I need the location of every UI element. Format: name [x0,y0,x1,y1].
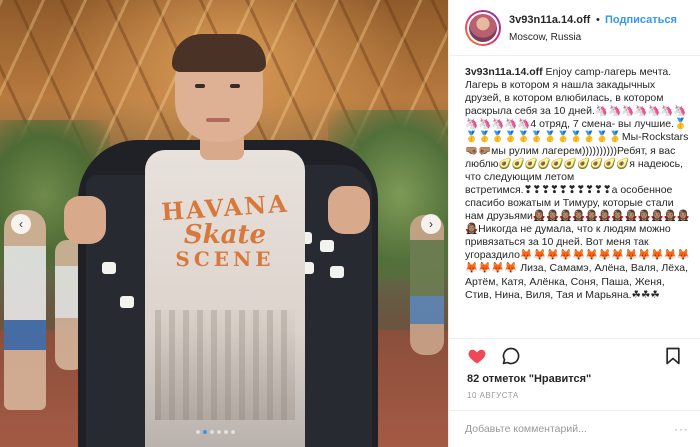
bookmark-icon [666,347,680,365]
carousel-dot [231,430,235,434]
mouth [206,118,230,122]
hand-right [328,186,370,234]
likes-count[interactable]: 82 отметок "Нравится" [467,373,591,385]
t-shirt-print: HAVANA Skate SCENE [150,189,300,305]
t-shirt-city-graphic [155,310,295,420]
post-caption: 3v93n11a.14.off Enjoy camp-лагерь мечта.… [465,66,693,342]
carousel-dot [217,430,221,434]
jacket-patch [102,262,116,274]
carousel-prev-button[interactable]: ‹ [11,214,31,234]
chevron-right-icon: › [429,217,433,231]
follow-button[interactable]: Подписаться [605,14,677,26]
jacket-patch [330,266,344,278]
post-photo[interactable]: HAVANA Skate SCENE ‹ › [0,0,448,447]
like-button[interactable] [467,346,487,366]
comment-bubble-icon [502,347,520,365]
chevron-left-icon: ‹ [19,217,23,231]
hair [172,34,266,72]
location-link[interactable]: Moscow, Russia [509,32,581,43]
comment-input[interactable] [465,419,665,439]
carousel-dot [210,430,214,434]
save-button[interactable] [663,346,683,366]
separator-dot: • [596,14,600,26]
post-side-panel: 3v93n11a.14.off • Подписаться Moscow, Ru… [448,0,700,447]
comment-section: ··· [449,410,700,447]
comment-button[interactable] [501,346,521,366]
heart-icon [468,349,486,364]
carousel-dot [196,430,200,434]
carousel-indicator [196,430,235,434]
carousel-dot [224,430,228,434]
background-person [4,210,46,410]
caption-text: Enjoy camp-лагерь мечта. Лагерь в которо… [465,66,690,301]
avatar[interactable] [465,10,501,46]
eye [195,84,205,88]
jacket-patch [320,240,334,252]
background-person [410,215,444,355]
jacket-patch [120,296,134,308]
shirt-text-line3: SCENE [175,247,275,272]
eye [230,84,240,88]
post-date: 10 АВГУСТА [467,391,519,400]
username-link[interactable]: 3v93n11a.14.off [509,14,590,26]
more-options-button[interactable]: ··· [674,422,689,436]
caption-author-link[interactable]: 3v93n11a.14.off [465,66,543,78]
carousel-next-button[interactable]: › [421,214,441,234]
hand-left [64,196,106,244]
shirt-text-line1: HAVANA [160,188,290,227]
action-bar [449,338,700,370]
post-header: 3v93n11a.14.off • Подписаться Moscow, Ru… [449,0,700,56]
shirt-text-line2: Skate [183,220,267,251]
carousel-dot [203,430,207,434]
avatar-image [467,12,499,44]
